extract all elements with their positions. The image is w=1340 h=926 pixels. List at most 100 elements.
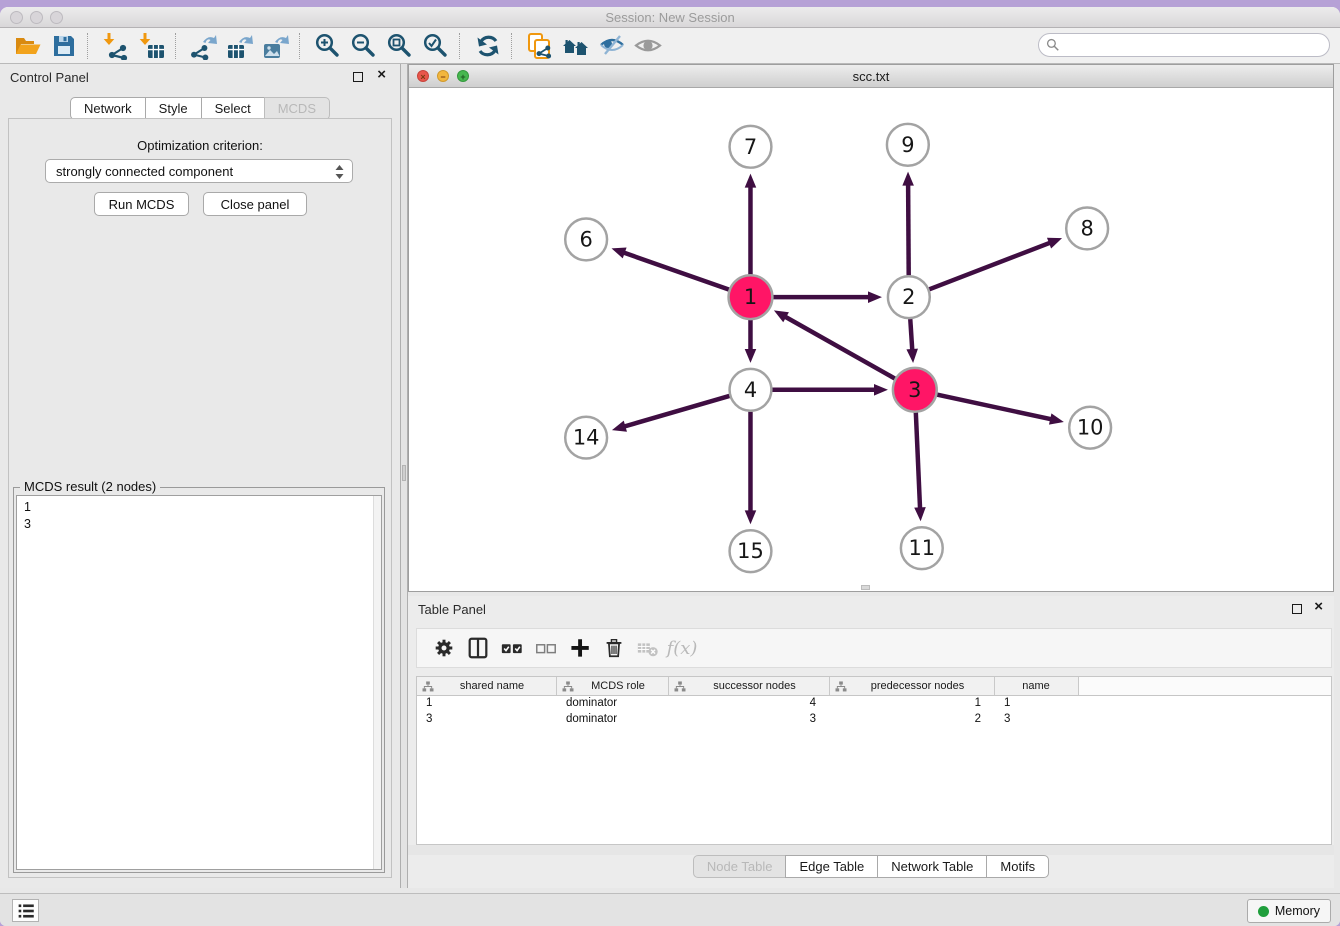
open-session-icon[interactable] bbox=[10, 31, 46, 61]
import-network-icon[interactable] bbox=[98, 31, 134, 61]
cell-predecessor-nodes[interactable]: 2 bbox=[830, 712, 995, 728]
edge-3-11[interactable] bbox=[914, 412, 926, 522]
table-panel-close-icon[interactable]: × bbox=[1314, 599, 1323, 615]
table-row[interactable]: 3dominator323 bbox=[417, 712, 1331, 728]
tab-select[interactable]: Select bbox=[201, 97, 265, 120]
node-table-body: 1dominator4113dominator323 bbox=[417, 696, 1331, 728]
edge-1-4[interactable] bbox=[745, 319, 757, 363]
close-panel-button[interactable]: Close panel bbox=[203, 192, 307, 216]
cell-successor-nodes[interactable]: 4 bbox=[669, 696, 830, 712]
panel-splitter[interactable] bbox=[400, 64, 408, 888]
gear-icon[interactable] bbox=[427, 633, 461, 663]
column-header-name[interactable]: name bbox=[995, 677, 1079, 695]
select-all-checks-icon[interactable] bbox=[495, 633, 529, 663]
table-panel-float-icon[interactable] bbox=[1292, 604, 1302, 614]
table-tab-motifs[interactable]: Motifs bbox=[986, 855, 1049, 878]
memory-button[interactable]: Memory bbox=[1247, 899, 1331, 923]
search-icon bbox=[1046, 38, 1060, 52]
cell-predecessor-nodes[interactable]: 1 bbox=[830, 696, 995, 712]
refresh-view-icon[interactable] bbox=[470, 31, 506, 61]
graph-node-14[interactable]: 14 bbox=[565, 417, 607, 459]
column-layout-icon[interactable] bbox=[461, 633, 495, 663]
edge-4-14[interactable] bbox=[612, 396, 729, 432]
column-header-predecessor-nodes[interactable]: predecessor nodes bbox=[830, 677, 995, 695]
edge-2-9[interactable] bbox=[902, 172, 914, 276]
edge-3-1[interactable] bbox=[774, 310, 896, 379]
search-input[interactable] bbox=[1060, 36, 1329, 54]
cell-MCDS-role[interactable]: dominator bbox=[557, 712, 669, 728]
table-tab-node-table[interactable]: Node Table bbox=[693, 855, 787, 878]
run-mcds-button[interactable]: Run MCDS bbox=[94, 192, 189, 216]
hide-selected-icon[interactable] bbox=[594, 31, 630, 61]
network-canvas[interactable]: 7 9 6 8 1 2 4 3 14 10 15 11 bbox=[409, 89, 1333, 591]
save-session-icon[interactable] bbox=[46, 31, 82, 61]
graph-node-7[interactable]: 7 bbox=[730, 126, 772, 168]
cell-shared-name[interactable]: 1 bbox=[417, 696, 557, 712]
edge-4-3[interactable] bbox=[772, 384, 888, 396]
export-image-icon[interactable] bbox=[258, 31, 294, 61]
column-header-shared-name[interactable]: shared name bbox=[417, 677, 557, 695]
zoom-selected-icon[interactable] bbox=[418, 31, 454, 61]
delete-column-icon[interactable] bbox=[597, 633, 631, 663]
cell-shared-name[interactable]: 3 bbox=[417, 712, 557, 728]
add-column-icon[interactable] bbox=[563, 633, 597, 663]
zoom-out-icon[interactable] bbox=[346, 31, 382, 61]
mcds-result-list[interactable]: 1 3 bbox=[16, 495, 382, 870]
cell-successor-nodes[interactable]: 3 bbox=[669, 712, 830, 728]
edge-2-3[interactable] bbox=[906, 319, 918, 363]
splitter-grip[interactable] bbox=[402, 465, 406, 481]
export-network-icon[interactable] bbox=[186, 31, 222, 61]
network-graph: 7 9 6 8 1 2 4 3 14 10 15 11 bbox=[409, 89, 1333, 591]
column-header-successor-nodes[interactable]: successor nodes bbox=[669, 677, 830, 695]
graph-node-6[interactable]: 6 bbox=[565, 218, 607, 260]
table-tab-edge-table[interactable]: Edge Table bbox=[785, 855, 878, 878]
edge-4-15[interactable] bbox=[745, 412, 757, 525]
graph-node-2[interactable]: 2 bbox=[888, 276, 930, 318]
zoom-fit-icon[interactable] bbox=[382, 31, 418, 61]
graph-node-1[interactable]: 1 bbox=[729, 275, 773, 319]
result-scrollbar[interactable] bbox=[373, 496, 381, 869]
edge-1-2[interactable] bbox=[772, 291, 882, 303]
table-toolbar: f(x) bbox=[416, 628, 1332, 668]
edge-1-6[interactable] bbox=[612, 247, 730, 289]
mcds-result-title: MCDS result (2 nodes) bbox=[20, 479, 160, 494]
svg-text:10: 10 bbox=[1077, 416, 1104, 440]
import-table-icon[interactable] bbox=[134, 31, 170, 61]
toolbar-separator bbox=[299, 33, 300, 59]
cell-name[interactable]: 3 bbox=[995, 712, 1079, 728]
graph-node-8[interactable]: 8 bbox=[1066, 208, 1108, 250]
memory-status-icon bbox=[1258, 906, 1269, 917]
column-header-MCDS-role[interactable]: MCDS role bbox=[557, 677, 669, 695]
edge-3-10[interactable] bbox=[936, 394, 1064, 424]
network-from-selection-icon[interactable] bbox=[522, 31, 558, 61]
home-icon[interactable] bbox=[558, 31, 594, 61]
app-window: Session: New Session Control Panel × Net… bbox=[0, 7, 1340, 926]
tab-mcds[interactable]: MCDS bbox=[264, 97, 330, 120]
search-box[interactable] bbox=[1038, 33, 1330, 57]
canvas-scroll-grip[interactable] bbox=[861, 585, 870, 590]
graph-node-3[interactable]: 3 bbox=[893, 368, 937, 412]
table-tab-network-table[interactable]: Network Table bbox=[877, 855, 987, 878]
graph-node-15[interactable]: 15 bbox=[730, 530, 772, 572]
deselect-all-checks-icon[interactable] bbox=[529, 633, 563, 663]
control-panel-tabs: NetworkStyleSelectMCDS bbox=[0, 97, 400, 120]
edge-1-7[interactable] bbox=[745, 174, 757, 276]
table-row[interactable]: 1dominator411 bbox=[417, 696, 1331, 712]
graph-node-9[interactable]: 9 bbox=[887, 124, 929, 166]
svg-text:4: 4 bbox=[744, 378, 757, 402]
control-panel-float-icon[interactable] bbox=[353, 72, 363, 82]
tab-style[interactable]: Style bbox=[145, 97, 202, 120]
cell-name[interactable]: 1 bbox=[995, 696, 1079, 712]
task-history-button[interactable] bbox=[12, 899, 39, 922]
cell-MCDS-role[interactable]: dominator bbox=[557, 696, 669, 712]
graph-node-4[interactable]: 4 bbox=[730, 369, 772, 411]
zoom-in-icon[interactable] bbox=[310, 31, 346, 61]
control-panel-close-icon[interactable]: × bbox=[377, 67, 386, 83]
export-table-icon[interactable] bbox=[222, 31, 258, 61]
edge-2-8[interactable] bbox=[929, 238, 1062, 290]
graph-node-11[interactable]: 11 bbox=[901, 527, 943, 569]
graph-node-10[interactable]: 10 bbox=[1069, 407, 1111, 449]
tab-network[interactable]: Network bbox=[70, 97, 146, 120]
select-stepper-icon bbox=[334, 164, 345, 180]
criterion-select[interactable]: strongly connected component bbox=[45, 159, 353, 183]
